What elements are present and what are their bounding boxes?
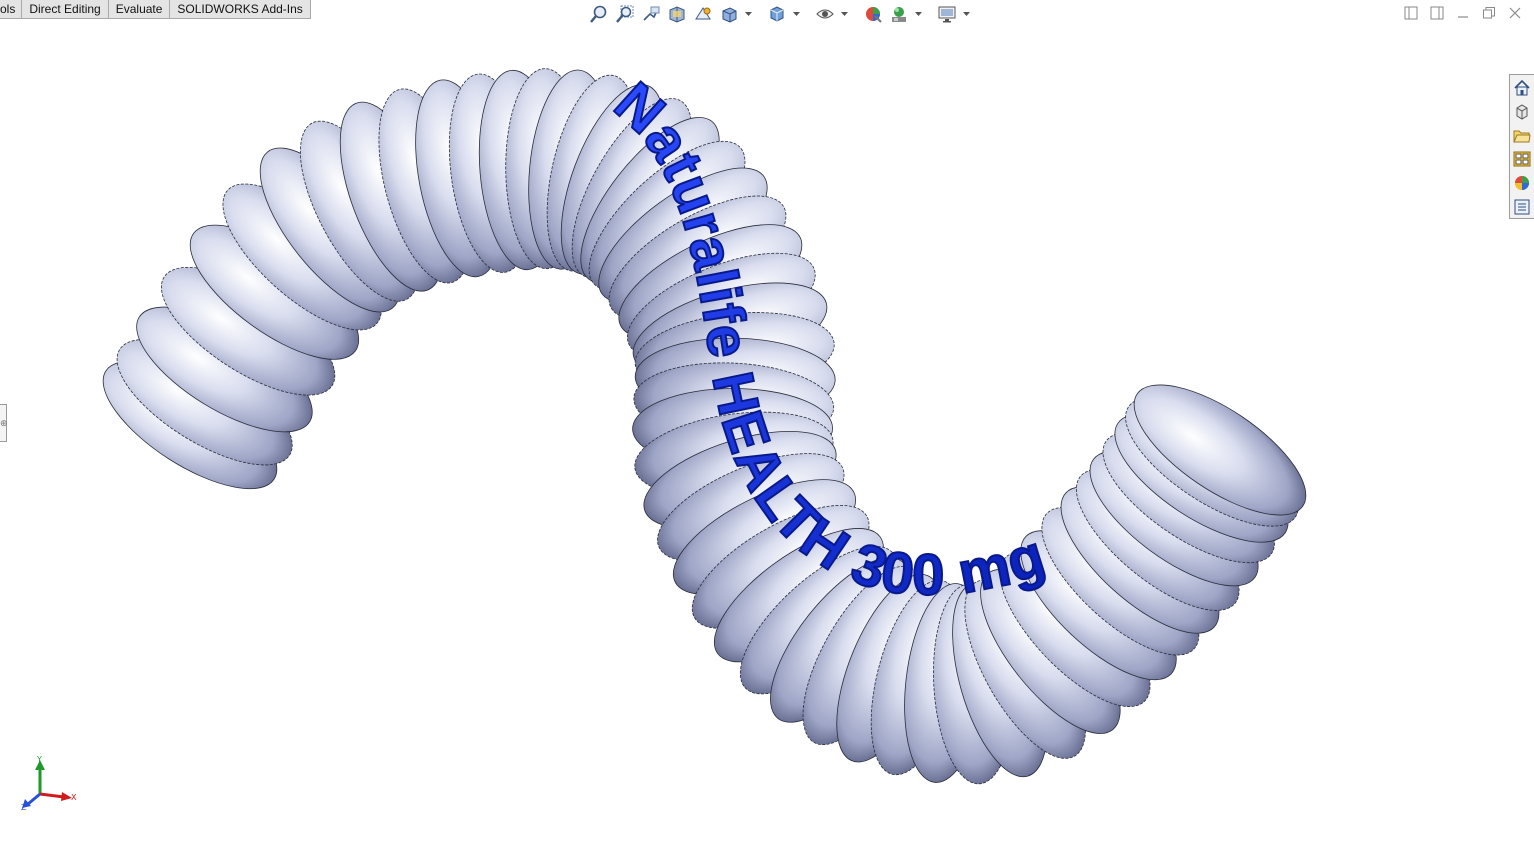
- window-controls: [1402, 4, 1524, 22]
- section-view-icon[interactable]: [666, 3, 688, 25]
- view-palette-icon[interactable]: [1511, 148, 1533, 170]
- view-orientation-dropdown-icon[interactable]: [744, 3, 752, 25]
- restore-icon[interactable]: [1480, 4, 1498, 22]
- feature-manager-flyout-handle[interactable]: ⊕: [0, 404, 8, 442]
- triad-z-label: Z: [21, 803, 27, 812]
- tab-solidworks-add-ins[interactable]: SOLIDWORKS Add-Ins: [170, 0, 311, 19]
- minimize-icon[interactable]: [1454, 4, 1472, 22]
- triad-x-label: X: [71, 793, 77, 802]
- view-settings-dropdown-icon[interactable]: [962, 3, 970, 25]
- tile-left-icon[interactable]: [1402, 4, 1420, 22]
- zoom-to-area-icon[interactable]: [614, 3, 636, 25]
- heads-up-view-toolbar: [588, 2, 970, 26]
- edit-appearance-icon[interactable]: [862, 3, 884, 25]
- file-explorer-icon[interactable]: [1511, 125, 1533, 147]
- hide-show-items-icon[interactable]: [814, 3, 836, 25]
- tab-tools[interactable]: ols: [0, 0, 23, 19]
- close-icon[interactable]: [1506, 4, 1524, 22]
- apply-scene-icon[interactable]: [888, 3, 910, 25]
- previous-view-icon[interactable]: [640, 3, 662, 25]
- view-orientation-icon[interactable]: [718, 3, 740, 25]
- design-library-icon[interactable]: [1511, 101, 1533, 123]
- command-manager-tabs: ols Direct Editing Evaluate SOLIDWORKS A…: [0, 0, 311, 20]
- triad-y-label: Y: [36, 755, 42, 764]
- tile-right-icon[interactable]: [1428, 4, 1446, 22]
- custom-properties-icon[interactable]: [1511, 196, 1533, 218]
- hide-show-dropdown-icon[interactable]: [840, 3, 848, 25]
- solidworks-resources-icon[interactable]: [1511, 77, 1533, 99]
- tab-evaluate[interactable]: Evaluate: [108, 0, 171, 19]
- expand-handle-icon: ⊕: [0, 418, 8, 428]
- tab-direct-editing[interactable]: Direct Editing: [22, 0, 109, 19]
- display-style-icon[interactable]: [766, 3, 788, 25]
- display-style-dropdown-icon[interactable]: [792, 3, 800, 25]
- graphics-area[interactable]: Naturalife HEALTH 300 mg: [0, 0, 1534, 847]
- dynamic-annotation-icon[interactable]: [692, 3, 714, 25]
- reference-triad: Y X Z: [21, 755, 77, 812]
- appearances-icon[interactable]: [1511, 172, 1533, 194]
- task-pane: [1509, 74, 1534, 219]
- apply-scene-dropdown-icon[interactable]: [914, 3, 922, 25]
- view-settings-icon[interactable]: [936, 3, 958, 25]
- zoom-to-fit-icon[interactable]: [588, 3, 610, 25]
